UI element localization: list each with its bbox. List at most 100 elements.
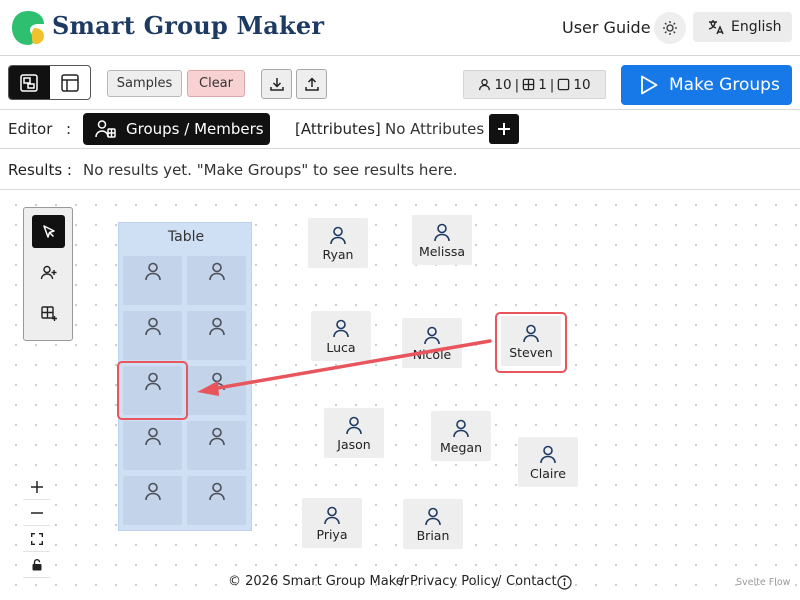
member-count: 10 [494, 76, 512, 93]
member-node[interactable]: Ryan [308, 218, 368, 268]
person-icon [144, 427, 161, 446]
user-guide-link[interactable]: User Guide [562, 18, 651, 37]
zoom-out-button[interactable] [23, 500, 50, 526]
seat-count: 10 [573, 76, 591, 93]
member-name: Priya [316, 527, 348, 542]
table-seat[interactable] [123, 311, 182, 360]
stats-separator: | [514, 76, 520, 93]
translate-icon [708, 20, 724, 35]
person-icon [208, 482, 225, 501]
editor-colon: : [66, 120, 72, 138]
person-icon [453, 419, 469, 438]
add-person-icon [40, 265, 56, 279]
member-node[interactable]: Brian [403, 499, 463, 549]
person-icon [330, 226, 346, 245]
add-table-icon [40, 305, 57, 321]
member-node[interactable]: Priya [302, 498, 362, 548]
table-layout-icon [61, 73, 79, 92]
plus-icon [30, 480, 43, 493]
contact-link[interactable]: Contact [506, 574, 557, 589]
person-icon [208, 317, 225, 336]
upload-button[interactable] [296, 69, 327, 99]
view-mode-toggle [8, 65, 91, 100]
samples-button[interactable]: Samples [107, 70, 182, 97]
fit-view-icon [30, 532, 43, 545]
person-icon [144, 317, 161, 336]
person-icon [208, 262, 225, 281]
table-seat[interactable] [123, 256, 182, 305]
member-node[interactable]: Jason [324, 408, 384, 458]
language-label: English [731, 19, 782, 35]
member-name: Luca [326, 340, 356, 355]
member-node[interactable]: Melissa [412, 215, 472, 265]
member-name: Jason [337, 437, 371, 452]
stats-separator: | [549, 76, 555, 93]
language-button[interactable]: English [693, 12, 792, 42]
sun-icon [663, 21, 677, 35]
zoom-in-button[interactable] [23, 474, 50, 500]
table-seat[interactable] [123, 421, 182, 470]
add-attribute-button[interactable] [489, 114, 519, 144]
footer-separator: / [400, 574, 405, 589]
users-icon [95, 120, 116, 138]
theme-toggle-button[interactable] [654, 12, 686, 44]
table-seat[interactable] [187, 311, 246, 360]
table-seat[interactable] [187, 366, 246, 415]
download-button[interactable] [261, 69, 292, 99]
member-node[interactable]: Luca [311, 311, 371, 361]
results-label: Results : [8, 161, 72, 179]
table-view-button[interactable] [50, 66, 91, 99]
attributes-value: No Attributes [385, 120, 485, 138]
member-name: Claire [530, 466, 566, 481]
svelte-flow-attribution[interactable]: Svelte Flow [736, 577, 790, 588]
add-table-tool-button[interactable] [32, 297, 65, 330]
footer-separator: / [497, 574, 502, 589]
member-name: Ryan [322, 247, 354, 262]
member-node[interactable]: Megan [431, 411, 491, 461]
member-name: Megan [440, 440, 482, 455]
download-icon [269, 78, 284, 91]
app-header: Smart Group Maker User Guide English [0, 0, 800, 56]
person-icon [425, 507, 441, 526]
canvas-view-button[interactable] [9, 66, 50, 99]
make-groups-label: Make Groups [669, 75, 780, 95]
person-icon [479, 78, 491, 91]
person-icon [324, 506, 340, 525]
results-message: No results yet. "Make Groups" to see res… [83, 161, 458, 179]
member-node[interactable]: Claire [518, 437, 578, 487]
app-logo [12, 11, 44, 45]
make-groups-button[interactable]: Make Groups [621, 65, 792, 105]
privacy-policy-link[interactable]: Privacy Policy [410, 574, 499, 589]
group-count: 1 [538, 76, 547, 93]
person-icon [540, 445, 556, 464]
table-seat[interactable] [187, 476, 246, 525]
fit-view-button[interactable] [23, 526, 50, 552]
stats-badge: 10 | 1 | 10 [463, 70, 606, 99]
member-name: Brian [416, 528, 450, 543]
canvas-layout-icon [20, 73, 38, 92]
grid-icon [522, 78, 535, 91]
table-seat[interactable] [187, 421, 246, 470]
table-seat[interactable] [187, 256, 246, 305]
person-icon [333, 319, 349, 338]
copyright-text: © 2026 Smart Group Maker [228, 574, 410, 589]
person-icon [144, 262, 161, 281]
app-title: Smart Group Maker [52, 11, 325, 40]
clear-button[interactable]: Clear [187, 70, 245, 97]
lock-icon [32, 558, 41, 570]
select-tool-button[interactable] [32, 215, 65, 248]
person-icon [144, 482, 161, 501]
person-icon [434, 223, 450, 242]
tab-groups-members[interactable]: Groups / Members [83, 113, 270, 145]
person-icon [346, 416, 362, 435]
square-icon [558, 78, 570, 91]
attributes-tab[interactable]: [Attributes] [295, 120, 381, 138]
add-member-tool-button[interactable] [32, 256, 65, 289]
member-node[interactable]: Nicole [402, 318, 462, 368]
person-icon [208, 427, 225, 446]
lock-button[interactable] [23, 552, 50, 578]
table-seat[interactable] [123, 476, 182, 525]
info-icon [557, 575, 572, 594]
tool-palette [23, 207, 73, 341]
person-icon [424, 326, 440, 345]
